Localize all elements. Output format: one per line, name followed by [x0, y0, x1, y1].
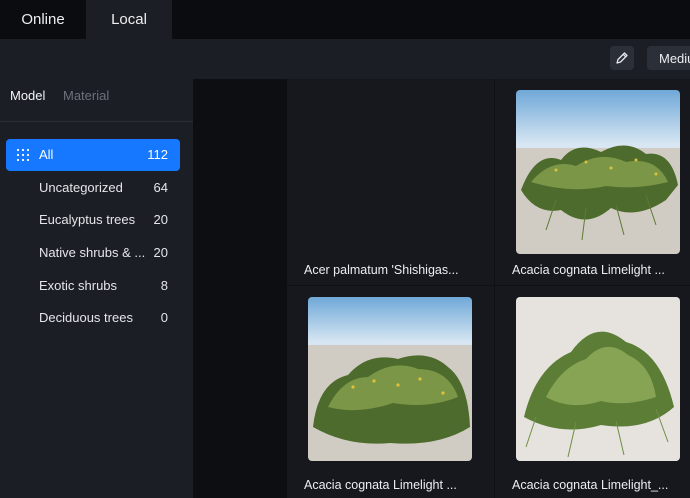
- size-dropdown-label: Medium: [659, 50, 690, 66]
- tab-material[interactable]: Material: [63, 88, 109, 103]
- asset-thumbnail: [516, 297, 680, 461]
- category-label: All: [39, 147, 54, 162]
- asset-title: Acer palmatum 'Shishigas...: [304, 263, 459, 277]
- category-count: 20: [153, 245, 168, 260]
- asset-title: Acacia cognata Limelight_...: [512, 478, 669, 492]
- toolbar: [0, 39, 690, 79]
- category-item-all[interactable]: All 112: [6, 139, 180, 171]
- category-count: 64: [153, 180, 168, 195]
- tab-local[interactable]: Local: [86, 0, 172, 39]
- tab-online[interactable]: Online: [0, 0, 86, 39]
- asset-title: Acacia cognata Limelight ...: [512, 263, 665, 277]
- category-item-exotic-shrubs[interactable]: Exotic shrubs 8: [6, 270, 180, 302]
- category-item-eucalyptus-trees[interactable]: Eucalyptus trees 20: [6, 204, 180, 236]
- category-count: 8: [160, 278, 168, 293]
- asset-title: Acacia cognata Limelight ...: [304, 478, 457, 492]
- category-count: 0: [160, 310, 168, 325]
- pencil-icon: [616, 52, 628, 64]
- category-item-native-shrubs[interactable]: Native shrubs & ... 20: [6, 237, 180, 269]
- category-count: 20: [153, 212, 168, 227]
- asset-thumbnail: [308, 297, 472, 461]
- category-item-deciduous-trees[interactable]: Deciduous trees 0: [6, 302, 180, 334]
- category-label: Deciduous trees: [39, 310, 133, 325]
- edit-button[interactable]: [610, 46, 634, 70]
- divider: [0, 121, 193, 122]
- category-label: Exotic shrubs: [39, 278, 118, 293]
- asset-thumbnail: [516, 90, 680, 254]
- preview-gutter: [193, 79, 287, 498]
- size-dropdown[interactable]: Medium: [647, 46, 690, 70]
- category-label: Eucalyptus trees: [39, 212, 136, 227]
- drag-grid-icon: [16, 148, 30, 162]
- category-label: Uncategorized: [39, 180, 123, 195]
- asset-card[interactable]: Acacia cognata Limelight_...: [495, 286, 690, 498]
- tab-local-label: Local: [111, 11, 147, 28]
- asset-card[interactable]: Acer palmatum 'Shishigas...: [287, 79, 494, 285]
- asset-card[interactable]: Acacia cognata Limelight ...: [287, 286, 494, 498]
- category-count: 112: [147, 147, 168, 162]
- top-tab-bar: Online Local: [0, 0, 690, 39]
- tab-model[interactable]: Model: [10, 88, 45, 103]
- category-label: Native shrubs & ...: [39, 245, 146, 260]
- asset-grid: Acer palmatum 'Shishigas... Acacia cogna…: [287, 79, 690, 498]
- asset-card[interactable]: Acacia cognata Limelight ...: [495, 79, 690, 285]
- tab-online-label: Online: [21, 11, 65, 28]
- category-item-uncategorized[interactable]: Uncategorized 64: [6, 172, 180, 204]
